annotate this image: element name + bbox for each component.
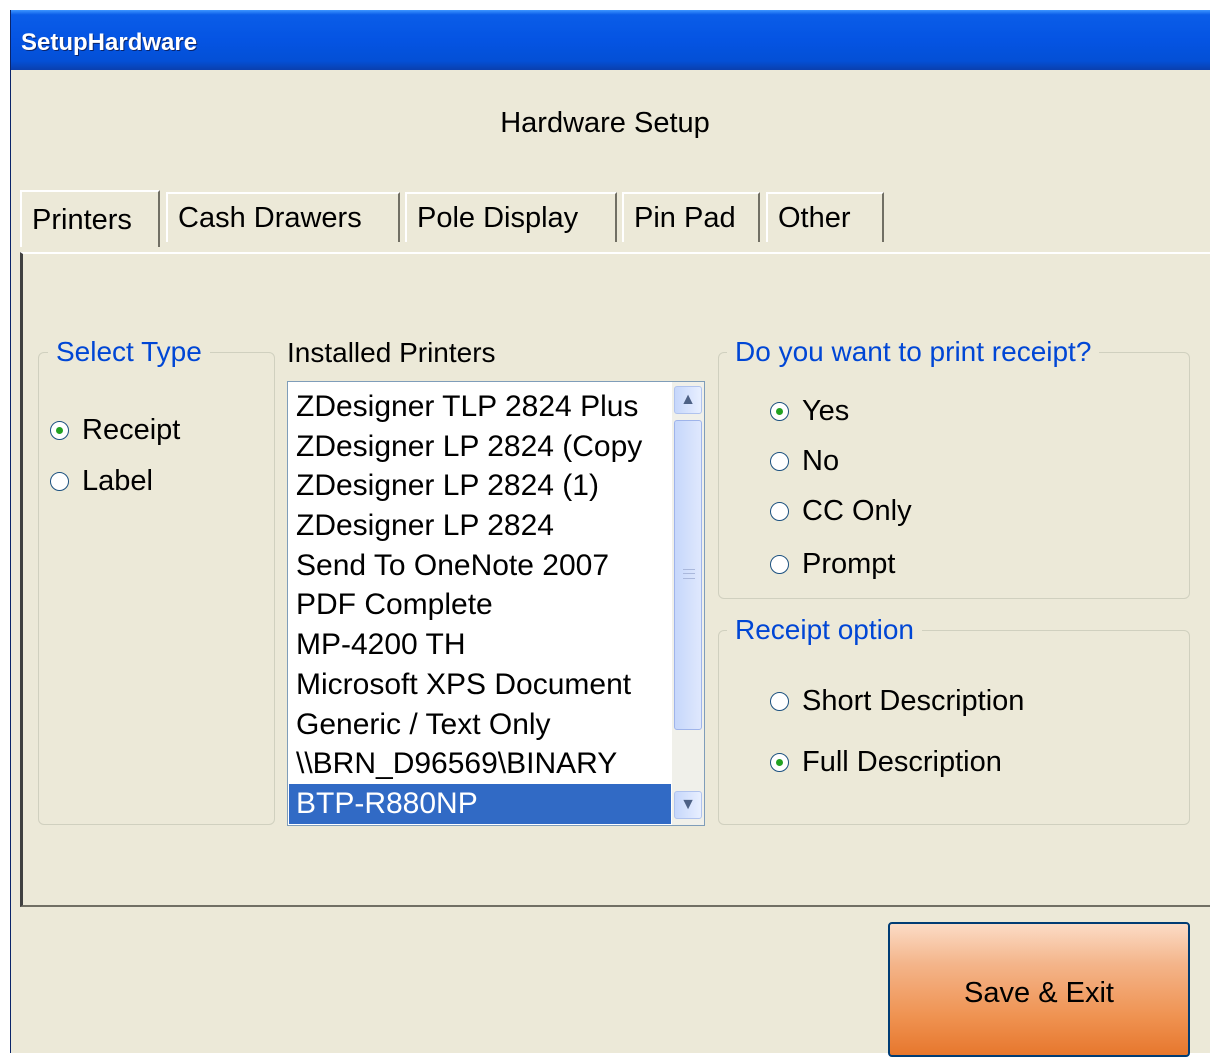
- printer-list-item[interactable]: ZDesigner LP 2824 (Copy: [289, 427, 671, 467]
- listbox-scrollbar[interactable]: ▲ ▼: [672, 382, 704, 825]
- receipt-radio[interactable]: Receipt: [50, 414, 180, 447]
- installed-printers-listbox[interactable]: ZDesigner TLP 2824 Plus ZDesigner LP 282…: [287, 381, 705, 826]
- radio-unchecked-icon: [770, 555, 789, 574]
- radio-checked-icon: [770, 402, 789, 421]
- printer-list-item[interactable]: Send To OneNote 2007: [289, 546, 671, 586]
- cc-only-radio-label: CC Only: [802, 495, 912, 527]
- printer-list-item[interactable]: Microsoft XPS Document: [289, 665, 671, 705]
- printer-list-item-selected[interactable]: BTP-R880NP: [289, 783, 671, 824]
- radio-unchecked-icon: [770, 452, 789, 471]
- save-exit-button[interactable]: Save & Exit: [888, 922, 1190, 1057]
- receipt-option-group: [718, 630, 1190, 825]
- tab-pole-display[interactable]: Pole Display: [405, 192, 617, 242]
- radio-unchecked-icon: [770, 692, 789, 711]
- scrollbar-thumb[interactable]: [674, 420, 702, 730]
- no-radio[interactable]: No: [770, 445, 839, 478]
- scroll-up-icon[interactable]: ▲: [674, 386, 702, 414]
- receipt-radio-label: Receipt: [82, 414, 181, 446]
- cc-only-radio[interactable]: CC Only: [770, 495, 912, 528]
- no-radio-label: No: [802, 445, 840, 477]
- select-type-legend: Select Type: [48, 336, 210, 368]
- full-description-radio[interactable]: Full Description: [770, 746, 1002, 779]
- label-radio[interactable]: Label: [50, 465, 153, 498]
- grip-icon: [683, 569, 695, 579]
- tab-other[interactable]: Other: [766, 192, 884, 242]
- printer-list-item[interactable]: ZDesigner TLP 2824 Plus: [289, 387, 671, 427]
- full-description-radio-label: Full Description: [802, 746, 1002, 778]
- radio-unchecked-icon: [50, 472, 69, 491]
- scroll-down-icon[interactable]: ▼: [674, 791, 702, 819]
- prompt-radio[interactable]: Prompt: [770, 548, 895, 581]
- prompt-radio-label: Prompt: [802, 548, 896, 580]
- tab-cash-drawers[interactable]: Cash Drawers: [166, 192, 400, 242]
- yes-radio-label: Yes: [802, 395, 850, 427]
- receipt-option-legend: Receipt option: [727, 614, 923, 646]
- short-description-radio-label: Short Description: [802, 685, 1025, 717]
- window-title: SetupHardware: [21, 29, 198, 56]
- print-receipt-legend: Do you want to print receipt?: [727, 336, 1100, 368]
- yes-radio[interactable]: Yes: [770, 395, 849, 428]
- label-radio-label: Label: [82, 465, 153, 497]
- printer-list-item[interactable]: Generic / Text Only: [289, 705, 671, 745]
- printer-list-item[interactable]: ZDesigner LP 2824 (1): [289, 466, 671, 506]
- printer-list-item[interactable]: ZDesigner LP 2824: [289, 506, 671, 546]
- installed-printers-label: Installed Printers: [287, 337, 496, 368]
- radio-unchecked-icon: [770, 502, 789, 521]
- page-heading: Hardware Setup: [500, 107, 710, 139]
- printer-list-item[interactable]: \\BRN_D96569\BINARY: [289, 744, 671, 784]
- radio-checked-icon: [770, 753, 789, 772]
- printer-list-item[interactable]: MP-4200 TH: [289, 625, 671, 665]
- title-bar[interactable]: SetupHardware: [11, 10, 1210, 70]
- tab-printers[interactable]: Printers: [20, 190, 160, 247]
- radio-checked-icon: [50, 421, 69, 440]
- printer-list-item[interactable]: PDF Complete: [289, 585, 671, 625]
- short-description-radio[interactable]: Short Description: [770, 685, 1024, 718]
- tab-pin-pad[interactable]: Pin Pad: [622, 192, 760, 242]
